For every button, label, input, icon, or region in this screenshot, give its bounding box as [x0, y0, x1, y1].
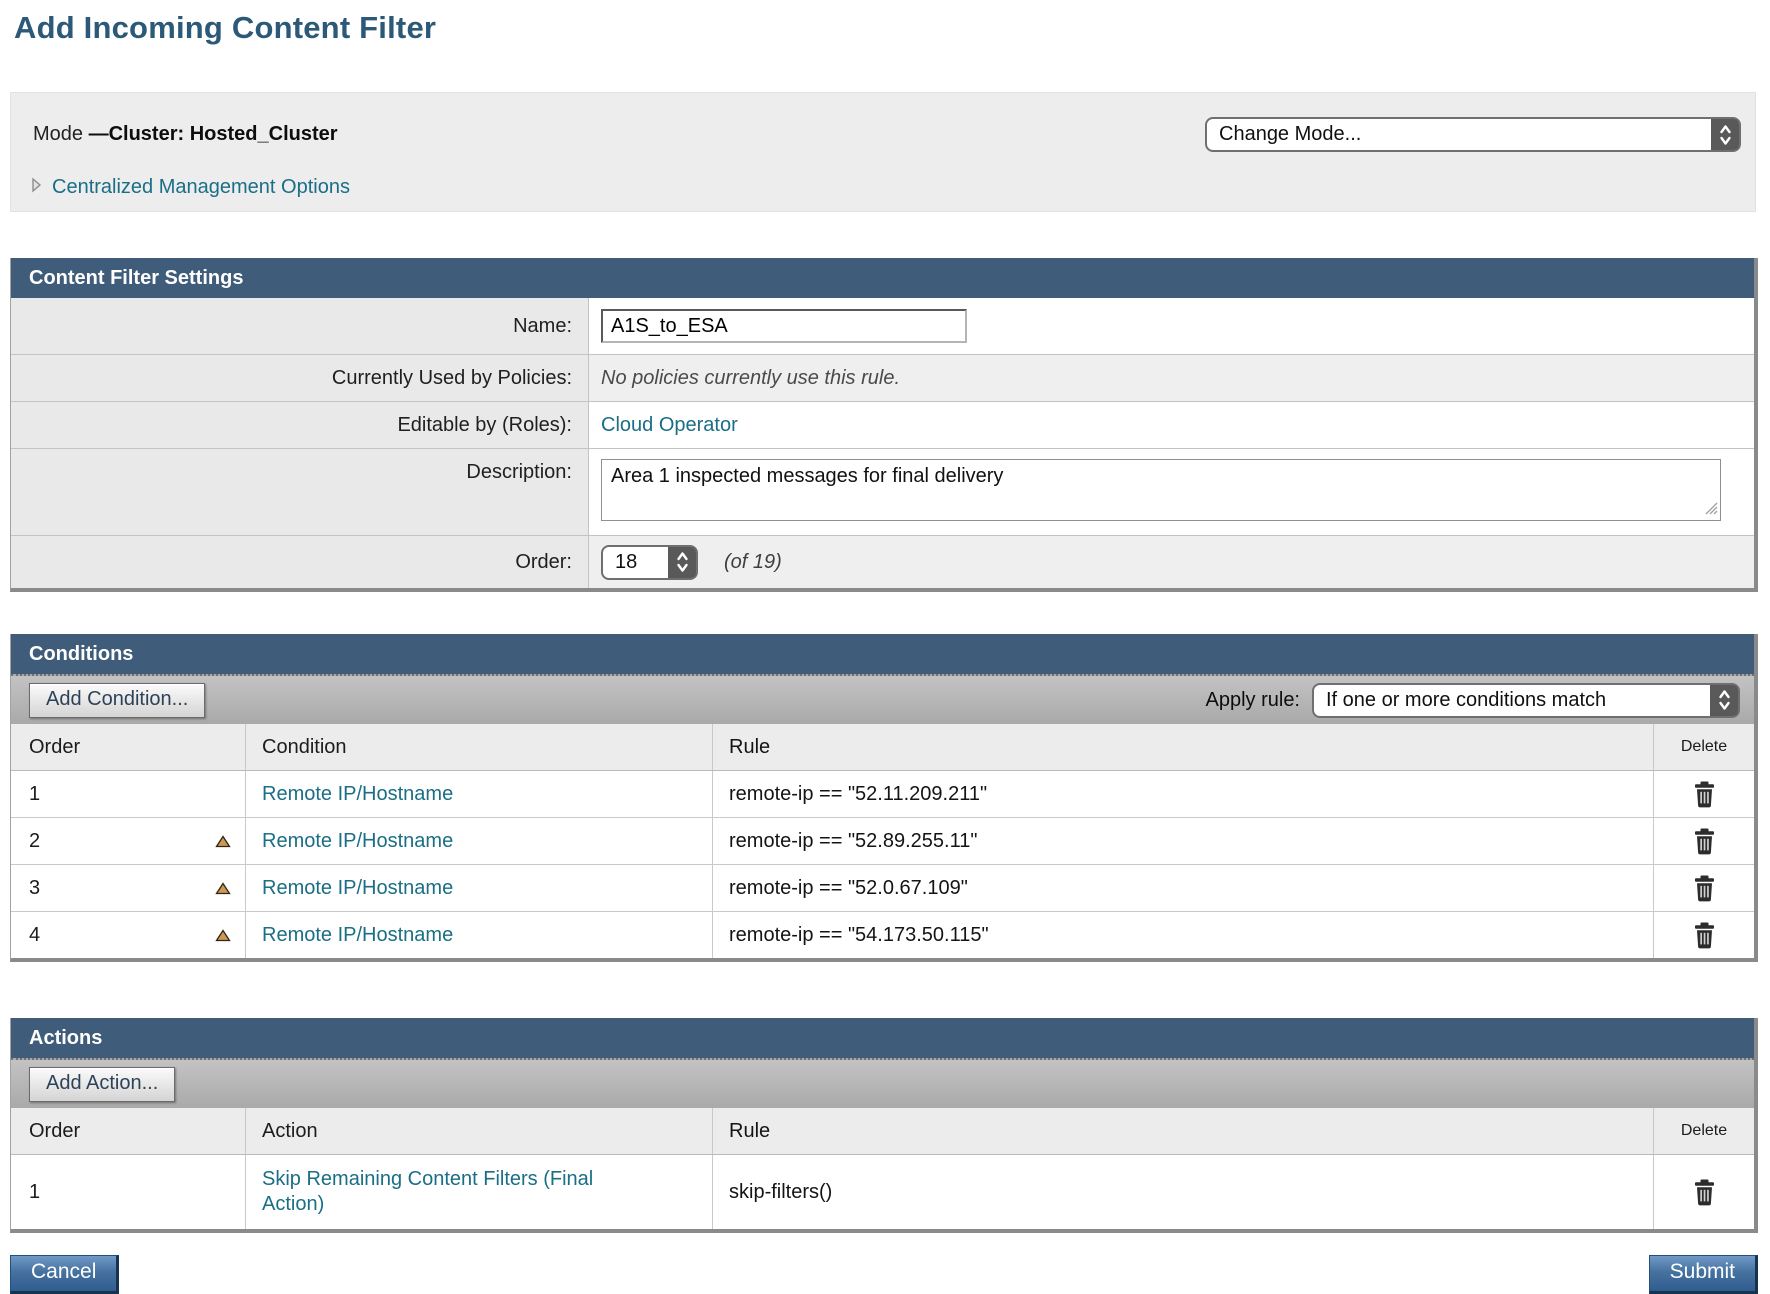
footer-bar: Cancel Submit: [10, 1255, 1758, 1294]
actions-section: Actions Add Action... Order Action Rule …: [10, 1018, 1758, 1233]
order-row: Order: 18 (of 19): [11, 536, 1754, 588]
condition-row: 1 Remote IP/Hostname remote-ip == "52.11…: [11, 771, 1754, 818]
delete-action-button[interactable]: [1692, 1179, 1717, 1206]
condition-link[interactable]: Remote IP/Hostname: [262, 829, 453, 854]
change-mode-select[interactable]: Change Mode...: [1205, 117, 1741, 152]
condition-rule: remote-ip == "54.173.50.115": [729, 924, 989, 947]
col-header-action: Action: [246, 1108, 713, 1154]
mode-box: Mode —Cluster: Hosted_Cluster Change Mod…: [10, 92, 1756, 212]
action-row: 1 Skip Remaining Content Filters (Final …: [11, 1155, 1754, 1229]
delete-condition-button[interactable]: [1692, 875, 1717, 902]
change-mode-selected-value: Change Mode...: [1207, 119, 1711, 150]
col-header-delete: Delete: [1654, 1108, 1754, 1154]
col-header-order: Order: [11, 1108, 246, 1154]
description-textarea[interactable]: Area 1 inspected messages for final deli…: [601, 459, 1721, 521]
trash-icon: [1692, 828, 1717, 855]
action-link[interactable]: Skip Remaining Content Filters (Final Ac…: [262, 1167, 644, 1217]
trash-icon: [1692, 781, 1717, 808]
conditions-section: Conditions Add Condition... Apply rule: …: [10, 634, 1758, 962]
trash-icon: [1692, 1179, 1717, 1206]
actions-section-header: Actions: [11, 1018, 1754, 1058]
policies-value: No policies currently use this rule.: [601, 367, 900, 390]
condition-order: 3: [29, 877, 40, 900]
condition-row: 3 Remote IP/Hostname remote-ip == "52.0.…: [11, 865, 1754, 912]
order-select[interactable]: 18: [601, 545, 698, 580]
condition-link[interactable]: Remote IP/Hostname: [262, 876, 453, 901]
condition-order: 4: [29, 924, 40, 947]
condition-order: 2: [29, 830, 40, 853]
order-selected-value: 18: [603, 547, 668, 578]
name-row: Name:: [11, 298, 1754, 355]
centralized-management-options-link[interactable]: Centralized Management Options: [52, 176, 350, 199]
condition-order: 1: [29, 783, 40, 806]
apply-rule-select[interactable]: If one or more conditions match: [1312, 683, 1740, 718]
delete-condition-button[interactable]: [1692, 781, 1717, 808]
trash-icon: [1692, 875, 1717, 902]
move-up-icon[interactable]: [215, 929, 231, 942]
col-header-rule: Rule: [713, 724, 1654, 770]
editable-label: Editable by (Roles):: [11, 402, 589, 448]
delete-condition-button[interactable]: [1692, 828, 1717, 855]
col-header-delete: Delete: [1654, 724, 1754, 770]
col-header-order: Order: [11, 724, 246, 770]
page-title: Add Incoming Content Filter: [14, 8, 1770, 48]
mode-text: Mode —Cluster: Hosted_Cluster: [33, 123, 338, 146]
editable-roles-link[interactable]: Cloud Operator: [601, 414, 738, 437]
actions-table-header: Order Action Rule Delete: [11, 1108, 1754, 1155]
order-of-note: (of 19): [724, 551, 782, 574]
settings-section-header: Content Filter Settings: [11, 258, 1754, 298]
actions-toolbar: Add Action...: [11, 1058, 1754, 1108]
col-header-rule: Rule: [713, 1108, 1654, 1154]
select-stepper-icon: [1710, 685, 1738, 716]
condition-rule: remote-ip == "52.89.255.11": [729, 830, 977, 853]
select-stepper-icon: [668, 547, 696, 578]
select-stepper-icon: [1711, 119, 1739, 150]
name-label: Name:: [11, 298, 589, 354]
order-label: Order:: [11, 536, 589, 588]
col-header-condition: Condition: [246, 724, 713, 770]
condition-link[interactable]: Remote IP/Hostname: [262, 923, 453, 948]
mode-value: —Cluster: Hosted_Cluster: [89, 123, 338, 145]
action-order: 1: [29, 1181, 40, 1204]
editable-row: Editable by (Roles): Cloud Operator: [11, 402, 1754, 449]
mode-label: Mode: [33, 123, 89, 145]
add-action-button[interactable]: Add Action...: [29, 1067, 175, 1102]
description-row: Description: Area 1 inspected messages f…: [11, 449, 1754, 536]
conditions-section-header: Conditions: [11, 634, 1754, 674]
condition-rule: remote-ip == "52.11.209.211": [729, 783, 987, 806]
disclosure-triangle-icon[interactable]: [31, 177, 42, 198]
apply-rule-label: Apply rule:: [1206, 689, 1301, 712]
condition-row: 4 Remote IP/Hostname remote-ip == "54.17…: [11, 912, 1754, 958]
move-up-icon[interactable]: [215, 835, 231, 848]
condition-link[interactable]: Remote IP/Hostname: [262, 782, 453, 807]
delete-condition-button[interactable]: [1692, 922, 1717, 949]
submit-button[interactable]: Submit: [1649, 1255, 1758, 1294]
policies-label: Currently Used by Policies:: [11, 355, 589, 401]
trash-icon: [1692, 922, 1717, 949]
conditions-toolbar: Add Condition... Apply rule: If one or m…: [11, 674, 1754, 724]
page: Add Incoming Content Filter Mode —Cluste…: [0, 8, 1770, 1294]
name-input[interactable]: [601, 309, 967, 343]
condition-rule: remote-ip == "52.0.67.109": [729, 877, 968, 900]
add-condition-button[interactable]: Add Condition...: [29, 683, 205, 718]
move-up-icon[interactable]: [215, 882, 231, 895]
cancel-button[interactable]: Cancel: [10, 1255, 119, 1294]
description-label: Description:: [11, 449, 589, 535]
content-filter-settings-section: Content Filter Settings Name: Currently …: [10, 258, 1758, 592]
condition-row: 2 Remote IP/Hostname remote-ip == "52.89…: [11, 818, 1754, 865]
conditions-table-header: Order Condition Rule Delete: [11, 724, 1754, 771]
apply-rule-selected-value: If one or more conditions match: [1314, 685, 1710, 716]
policies-row: Currently Used by Policies: No policies …: [11, 355, 1754, 402]
action-rule: skip-filters(): [729, 1181, 832, 1204]
